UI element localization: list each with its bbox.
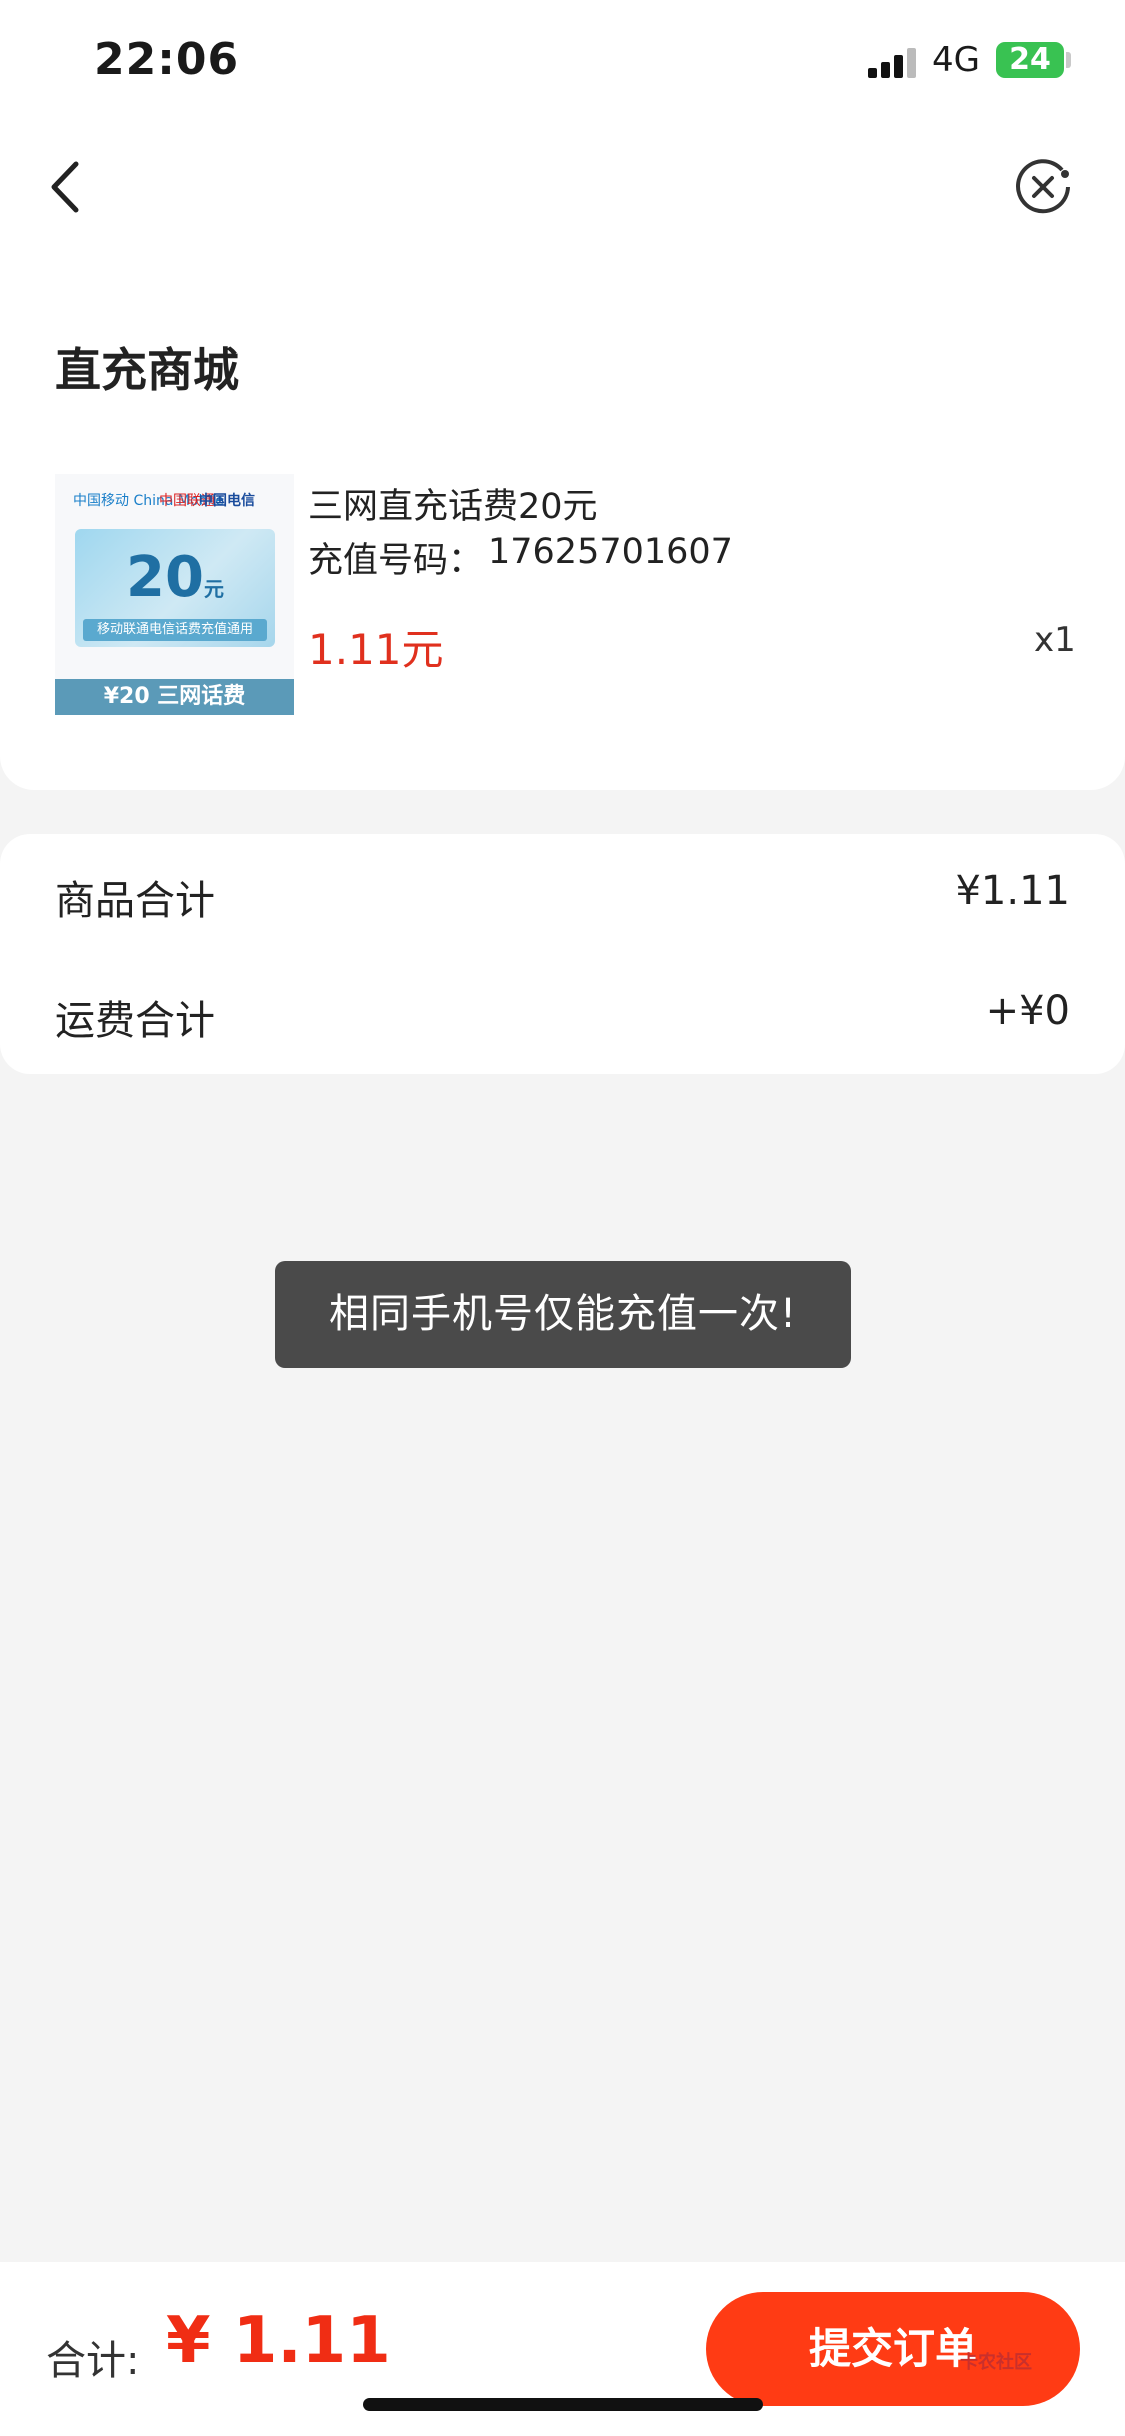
card-footer: ¥20 三网话费	[55, 679, 294, 715]
goods-total-value: ¥1.11	[955, 868, 1070, 914]
battery-level: 24	[1009, 42, 1051, 77]
card-value: 20元	[75, 545, 275, 610]
product-image[interactable]: 中国移动 China Mobile 中国联通 中国电信 20元 移动联通电信话费…	[55, 474, 294, 715]
back-button[interactable]	[40, 150, 100, 224]
china-telecom-logo: 中国电信	[199, 493, 255, 509]
goods-total-label: 商品合计	[55, 878, 215, 924]
home-indicator[interactable]	[363, 2398, 763, 2411]
network-label: 4G	[932, 40, 980, 80]
product-quantity: x1	[1034, 620, 1076, 660]
card-value-unit: 元	[203, 577, 224, 601]
shipping-total-value: +¥0	[985, 988, 1070, 1034]
card-subtitle: 移动联通电信话费充值通用	[83, 619, 267, 641]
phone-number: 17625701607	[488, 532, 733, 572]
battery-tip	[1066, 52, 1071, 68]
product-name: 三网直充话费20元	[308, 487, 598, 527]
phone-label: 充值号码：	[308, 541, 484, 581]
close-icon	[1016, 159, 1070, 214]
card-value-number: 20	[126, 545, 204, 610]
shipping-total-label: 运费合计	[55, 998, 215, 1044]
product-price: 1.11元	[308, 625, 444, 674]
status-time: 22:06	[94, 34, 240, 85]
battery-icon: 24	[996, 42, 1064, 78]
chevron-left-icon	[51, 161, 79, 213]
recharge-card-graphic: 20元 移动联通电信话费充值通用	[75, 529, 275, 647]
grand-total-label: 合计:	[46, 2338, 140, 2384]
watermark: 卡农社区	[960, 2352, 1032, 2373]
grand-total-value: ¥ 1.11	[166, 2304, 391, 2378]
carrier-logos: 中国移动 China Mobile 中国联通 中国电信	[73, 488, 283, 518]
close-button[interactable]	[1012, 156, 1074, 218]
signal-icon	[868, 46, 920, 78]
toast-message: 相同手机号仅能充值一次!	[275, 1261, 851, 1368]
shop-title: 直充商城	[55, 343, 239, 397]
